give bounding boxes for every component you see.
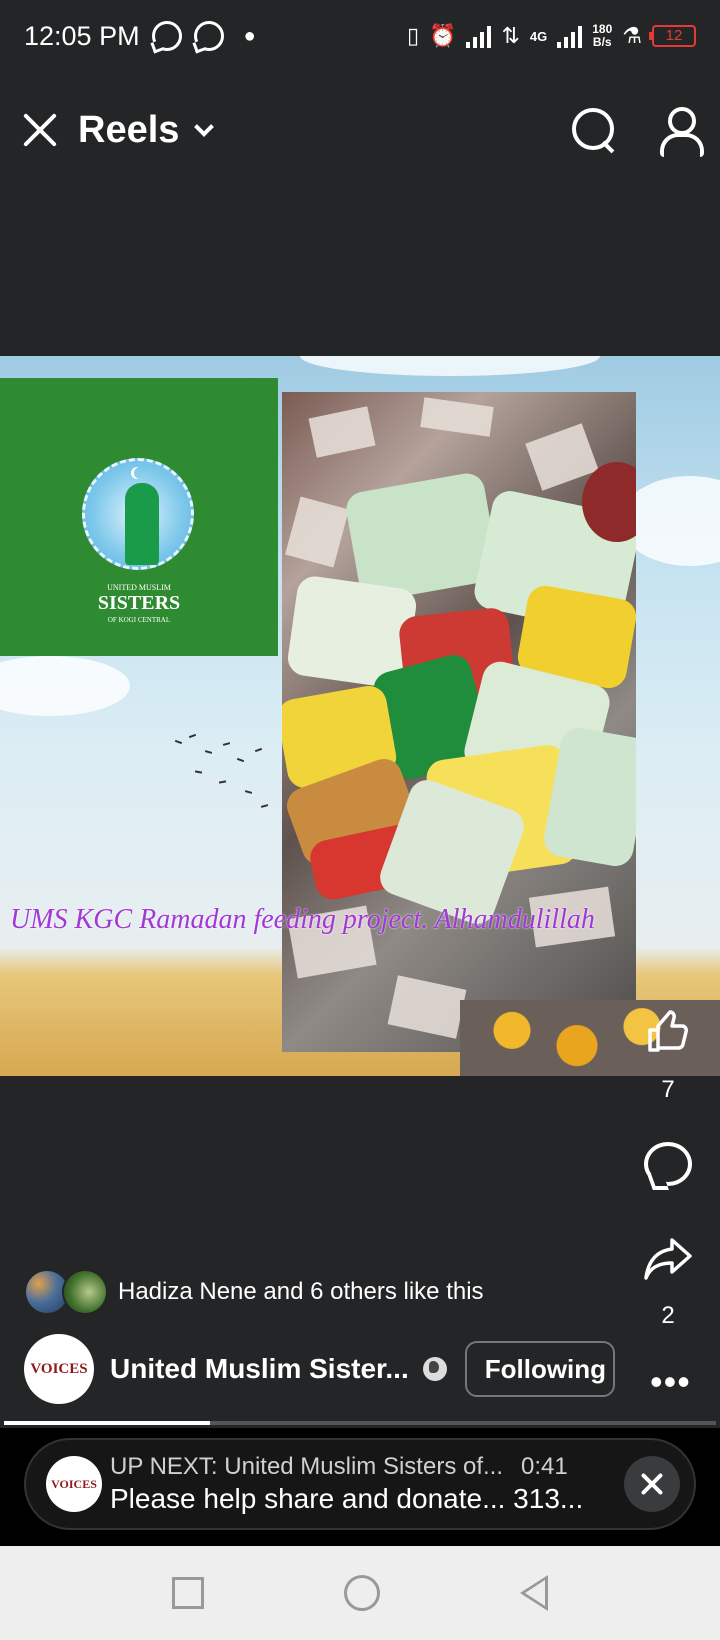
avatar bbox=[62, 1269, 108, 1315]
up-next-title: UP NEXT: United Muslim Sisters of... bbox=[110, 1453, 503, 1480]
globe-icon bbox=[422, 1357, 447, 1381]
signal-icon bbox=[557, 24, 583, 48]
search-icon[interactable] bbox=[572, 108, 616, 152]
reels-title[interactable]: Reels bbox=[78, 109, 179, 152]
like-icon[interactable] bbox=[644, 1008, 692, 1056]
logo-text: UNITED MUSLIM bbox=[107, 583, 171, 592]
close-icon[interactable] bbox=[624, 1456, 680, 1512]
close-icon[interactable] bbox=[22, 112, 58, 148]
up-next-subtitle: Please help share and donate... 313... bbox=[110, 1483, 584, 1514]
cloud bbox=[0, 656, 130, 716]
notification-dot-icon: ● bbox=[243, 24, 256, 47]
likes-summary[interactable]: Hadiza Nene and 6 others like this bbox=[24, 1268, 484, 1316]
network-type: 4G bbox=[529, 28, 548, 44]
vibrate-icon: ▯ bbox=[406, 23, 420, 48]
flask-icon: ⚗ bbox=[622, 23, 642, 48]
status-time: 12:05 PM bbox=[24, 20, 140, 51]
following-button[interactable]: Following bbox=[464, 1341, 615, 1397]
logo-text: OF KOGI CENTRAL bbox=[107, 616, 171, 624]
video-progress-fill bbox=[4, 1421, 211, 1425]
system-nav-bar bbox=[0, 1546, 720, 1640]
hijab-badge-icon bbox=[82, 458, 194, 570]
like-count: 7 bbox=[661, 1076, 675, 1103]
up-next-area: VOICES UP NEXT: United Muslim Sisters of… bbox=[0, 1428, 720, 1546]
up-next-duration: 0:41 bbox=[521, 1453, 568, 1480]
share-icon[interactable] bbox=[642, 1236, 694, 1282]
back-icon[interactable] bbox=[520, 1575, 548, 1611]
home-icon[interactable] bbox=[344, 1575, 380, 1611]
net-speed: 180 B/s bbox=[592, 22, 613, 49]
organization-logo: UNITED MUSLIM SISTERS OF KOGI CENTRAL bbox=[0, 378, 278, 656]
birds-icon bbox=[174, 731, 275, 821]
likes-text: Hadiza Nene and 6 others like this bbox=[118, 1278, 484, 1305]
up-next-avatar: VOICES bbox=[46, 1456, 102, 1512]
whatsapp-icon bbox=[151, 21, 182, 51]
reels-header: Reels bbox=[0, 90, 720, 170]
whatsapp-icon bbox=[193, 21, 224, 51]
video-progress-bar[interactable] bbox=[4, 1421, 716, 1425]
chevron-down-icon[interactable] bbox=[194, 117, 215, 137]
alarm-icon: ⏰ bbox=[429, 23, 457, 48]
share-count: 2 bbox=[661, 1302, 675, 1329]
page-name[interactable]: United Muslim Sister... bbox=[110, 1353, 409, 1385]
status-bar: 12:05 PM ● ▯ ⏰ ⇅ 4G 180 B/s ⚗ 12 bbox=[0, 0, 720, 72]
battery-icon: 12 bbox=[649, 25, 696, 47]
page-avatar[interactable]: VOICES bbox=[24, 1334, 94, 1404]
video-caption: UMS KGC Ramadan feeding project. Alhamdu… bbox=[10, 904, 595, 935]
signal-icon bbox=[466, 24, 492, 48]
up-next-card[interactable]: VOICES UP NEXT: United Muslim Sisters of… bbox=[24, 1438, 696, 1530]
comment-icon[interactable] bbox=[644, 1142, 692, 1186]
more-options-icon[interactable]: ••• bbox=[650, 1364, 691, 1400]
page-info: VOICES United Muslim Sister... Following bbox=[24, 1334, 624, 1404]
cloud bbox=[300, 356, 600, 376]
data-arrows-icon: ⇅ bbox=[501, 23, 520, 48]
reel-video[interactable]: UNITED MUSLIM SISTERS OF KOGI CENTRAL UM… bbox=[0, 356, 720, 1076]
food-package-photo bbox=[282, 392, 636, 1052]
recents-icon[interactable] bbox=[172, 1577, 204, 1609]
crescent-icon bbox=[134, 467, 146, 479]
woman-silhouette-icon bbox=[125, 483, 159, 565]
profile-icon[interactable] bbox=[658, 107, 704, 157]
logo-text: SISTERS bbox=[97, 592, 181, 614]
